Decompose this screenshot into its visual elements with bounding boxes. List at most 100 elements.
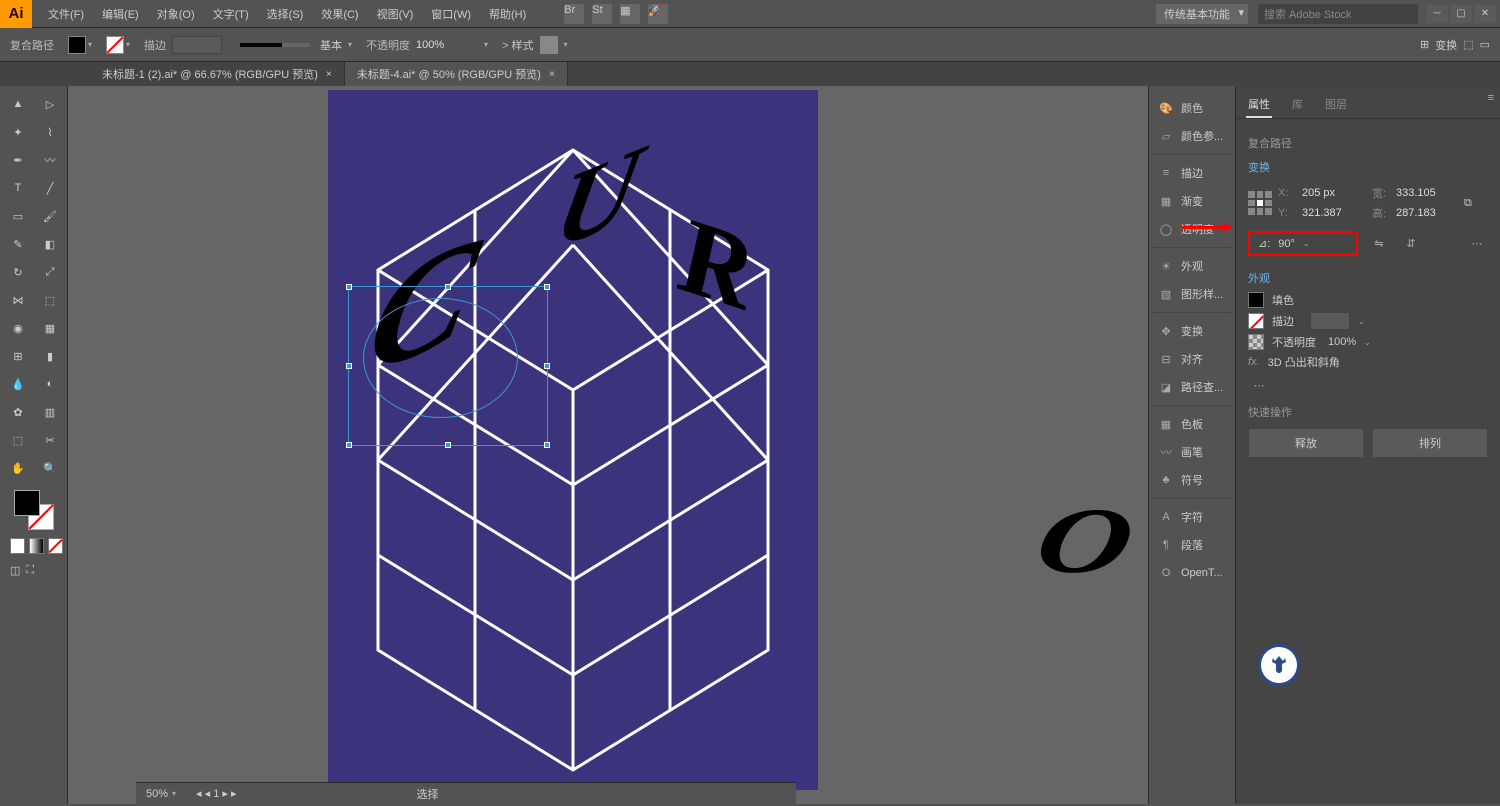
scale-tool[interactable]: ⤢ <box>36 260 64 284</box>
gradient-tool[interactable]: ▮ <box>36 344 64 368</box>
reference-point-icon[interactable] <box>1248 191 1272 215</box>
stroke-weight-prop[interactable] <box>1310 312 1350 330</box>
constrain-proportions-icon[interactable]: ⧉ <box>1464 197 1472 210</box>
menu-edit[interactable]: 编辑(E) <box>94 2 147 26</box>
y-value[interactable]: 321.387 <box>1302 207 1364 219</box>
gpu-icon[interactable]: 🚀 <box>648 4 668 24</box>
free-transform-tool[interactable]: ⬚ <box>36 288 64 312</box>
artboard-tool[interactable]: ⬚ <box>4 428 32 452</box>
pen-tool[interactable]: ✒ <box>4 148 32 172</box>
line-tool[interactable]: ╱ <box>36 176 64 200</box>
blend-tool[interactable]: ◐ <box>36 372 64 396</box>
doc-tab-1[interactable]: 未标题-1 (2).ai* @ 66.67% (RGB/GPU 预览)× <box>90 62 345 86</box>
close-button[interactable]: ✕ <box>1474 5 1496 23</box>
dock-颜色[interactable]: 🎨颜色 <box>1153 94 1231 122</box>
panel-tab-libraries[interactable]: 库 <box>1290 92 1305 118</box>
isolate-icon[interactable]: ⬚ <box>1463 38 1473 51</box>
curvature-tool[interactable]: 〰 <box>36 148 64 172</box>
w-value[interactable]: 333.105 <box>1396 187 1458 199</box>
dock-段落[interactable]: ¶段落 <box>1153 531 1231 559</box>
opacity-value[interactable]: 100% <box>416 39 478 51</box>
dock-画笔[interactable]: 〰画笔 <box>1153 438 1231 466</box>
brush-profile-label[interactable]: 基本 <box>320 37 342 53</box>
rectangle-tool[interactable]: ▭ <box>4 204 32 228</box>
page-nav[interactable]: ◂ ◂ 1 ▸ ▸ <box>196 787 236 800</box>
shaper-tool[interactable]: ✎ <box>4 232 32 256</box>
zoom-display[interactable]: 50%▾ <box>146 788 176 800</box>
type-tool[interactable]: T <box>4 176 32 200</box>
menu-effect[interactable]: 效果(C) <box>313 2 366 26</box>
stock-icon[interactable]: St <box>592 4 612 24</box>
flip-horizontal-icon[interactable]: ⇋ <box>1368 233 1390 255</box>
menu-help[interactable]: 帮助(H) <box>481 2 534 26</box>
shape-builder-tool[interactable]: ◉ <box>4 316 32 340</box>
search-input[interactable]: 搜索 Adobe Stock <box>1258 4 1418 24</box>
fill-color[interactable] <box>14 490 40 516</box>
eyedropper-tool[interactable]: 💧 <box>4 372 32 396</box>
menu-object[interactable]: 对象(O) <box>149 2 203 26</box>
slice-tool[interactable]: ✂ <box>36 428 64 452</box>
color-mode-none[interactable] <box>48 538 63 554</box>
h-value[interactable]: 287.183 <box>1396 207 1458 219</box>
arrange-button[interactable]: 排列 <box>1372 428 1488 458</box>
selection-bbox[interactable] <box>348 286 548 446</box>
lasso-tool[interactable]: ⌇ <box>36 120 64 144</box>
rotate-tool[interactable]: ↻ <box>4 260 32 284</box>
selection-tool[interactable]: ▲ <box>4 92 32 116</box>
stroke-swatch[interactable]: ▾ <box>106 36 130 54</box>
align-icon[interactable]: ⊞ <box>1420 38 1429 51</box>
opacity-swatch-small[interactable] <box>1248 334 1264 350</box>
bridge-icon[interactable]: Br <box>564 4 584 24</box>
tab-close-icon[interactable]: × <box>549 69 555 80</box>
release-button[interactable]: 释放 <box>1248 428 1364 458</box>
zoom-tool[interactable]: 🔍 <box>36 456 64 480</box>
isolate-icon-2[interactable]: ▭ <box>1480 38 1490 51</box>
fill-stroke-indicator[interactable] <box>14 490 54 530</box>
style-swatch[interactable] <box>540 36 558 54</box>
dock-路径查...[interactable]: ◪路径查... <box>1153 373 1231 401</box>
dock-外观[interactable]: ☀外观 <box>1153 252 1231 280</box>
paintbrush-tool[interactable]: 🖌 <box>36 204 64 228</box>
direct-selection-tool[interactable]: ▷ <box>36 92 64 116</box>
menu-type[interactable]: 文字(T) <box>205 2 257 26</box>
opacity-value-prop[interactable]: 100% <box>1328 336 1356 348</box>
panel-menu-icon[interactable]: ≡ <box>1488 92 1494 104</box>
rotation-input-highlighted[interactable]: ⊿: 90° ⌄ <box>1248 231 1358 256</box>
dock-变换[interactable]: ✥变换 <box>1153 317 1231 345</box>
dock-图形样...[interactable]: ▧图形样... <box>1153 280 1231 308</box>
flip-vertical-icon[interactable]: ⇵ <box>1400 233 1422 255</box>
dock-颜色参...[interactable]: ▱颜色参... <box>1153 122 1231 150</box>
appearance-section-title[interactable]: 外观 <box>1248 270 1488 286</box>
panel-tab-properties[interactable]: 属性 <box>1246 92 1272 118</box>
dock-符号[interactable]: ♣符号 <box>1153 466 1231 494</box>
dock-描边[interactable]: ≡描边 <box>1153 159 1231 187</box>
width-tool[interactable]: ⋈ <box>4 288 32 312</box>
color-mode-gradient[interactable] <box>29 538 44 554</box>
more-options-icon[interactable]: ⋯ <box>1248 374 1270 396</box>
menu-view[interactable]: 视图(V) <box>369 2 422 26</box>
transform-section-title[interactable]: 变换 <box>1248 159 1488 175</box>
maximize-button[interactable]: ▢ <box>1450 5 1472 23</box>
menu-file[interactable]: 文件(F) <box>40 2 92 26</box>
dock-OpenT...[interactable]: OOpenT... <box>1153 559 1231 587</box>
menu-select[interactable]: 选择(S) <box>259 2 312 26</box>
dock-透明度[interactable]: ◯透明度 <box>1153 215 1231 243</box>
workspace-switcher[interactable]: 传统基本功能 <box>1156 4 1248 24</box>
canvas[interactable]: C U R O 50%▾ ◂ ◂ 1 ▸ ▸ 选择 <box>68 86 1148 804</box>
doc-tab-2[interactable]: 未标题-4.ai* @ 50% (RGB/GPU 预览)× <box>345 62 568 86</box>
eraser-tool[interactable]: ◧ <box>36 232 64 256</box>
color-mode-solid[interactable] <box>10 538 25 554</box>
stroke-weight-input[interactable] <box>172 36 222 54</box>
minimize-button[interactable]: ─ <box>1426 5 1448 23</box>
perspective-tool[interactable]: ▦ <box>36 316 64 340</box>
dock-字符[interactable]: A字符 <box>1153 503 1231 531</box>
mesh-tool[interactable]: ⊞ <box>4 344 32 368</box>
stroke-swatch-small[interactable] <box>1248 313 1264 329</box>
fill-swatch[interactable]: ▾ <box>68 36 92 54</box>
panel-tab-layers[interactable]: 图层 <box>1323 92 1349 118</box>
dock-渐变[interactable]: ▦渐变 <box>1153 187 1231 215</box>
fill-swatch-small[interactable] <box>1248 292 1264 308</box>
hand-tool[interactable]: ✋ <box>4 456 32 480</box>
dock-对齐[interactable]: ⊟对齐 <box>1153 345 1231 373</box>
x-value[interactable]: 205 px <box>1302 187 1364 199</box>
